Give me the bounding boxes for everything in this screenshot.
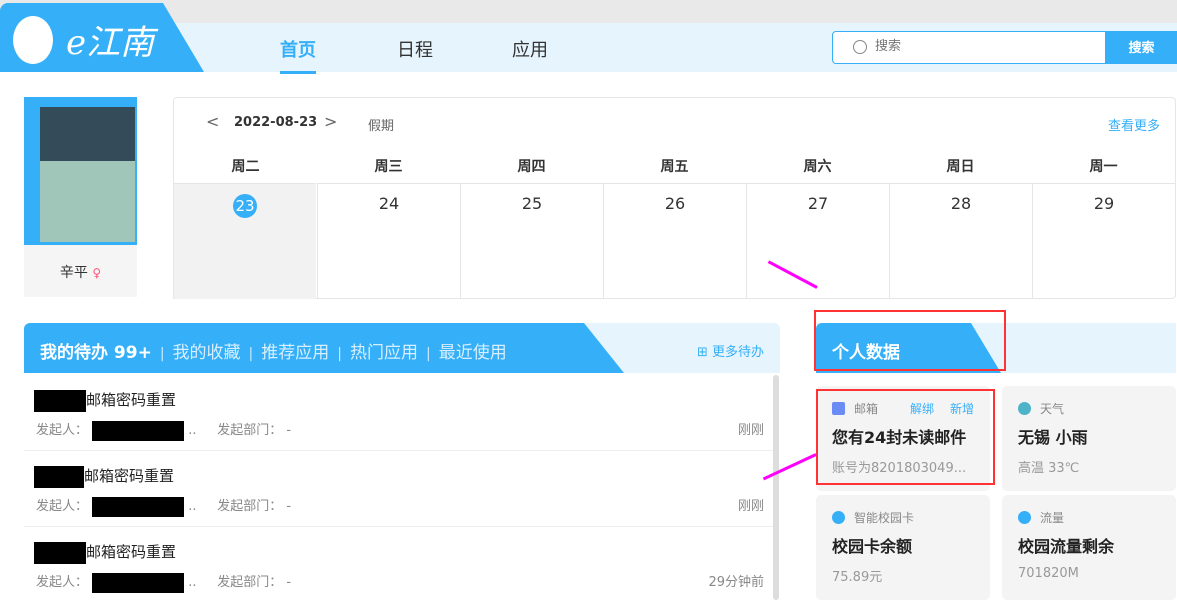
grid-icon: ⊞ xyxy=(696,345,708,360)
more-todo-label: 更多待办 xyxy=(711,345,764,360)
tab-home[interactable]: 首页 xyxy=(280,36,316,74)
tab-recommended[interactable]: 推荐应用 xyxy=(261,343,329,363)
profile-card: 辛平 ♀ xyxy=(24,97,137,297)
card-sub: 高温 33℃ xyxy=(1018,461,1080,476)
dept-value: - xyxy=(286,423,292,438)
data-usage-card[interactable]: 流量 校园流量剩余 701820M xyxy=(1002,495,1176,600)
card-icon xyxy=(832,511,845,524)
tab-my-todo[interactable]: 我的待办 99+ xyxy=(40,343,152,363)
tab-favorites[interactable]: 我的收藏 xyxy=(173,343,241,363)
dept-label: 发起部门： xyxy=(217,499,283,514)
calendar-day-today[interactable]: 23 xyxy=(173,183,316,299)
redacted xyxy=(34,541,86,564)
todo-item[interactable]: 邮箱密码重置 发起人： .. 发起部门： - 29分钟前 xyxy=(24,527,774,603)
calendar-day[interactable]: 27 xyxy=(746,183,889,299)
calendar-day[interactable]: 26 xyxy=(603,183,746,299)
weekday: 周四 xyxy=(517,159,546,175)
search-button[interactable]: 搜索 xyxy=(1106,31,1177,64)
prev-week-button[interactable]: < xyxy=(206,112,219,131)
dept-label: 发起部门： xyxy=(217,423,283,438)
dept-value: - xyxy=(286,575,292,590)
todo-item[interactable]: 邮箱密码重置 发起人： .. 发起部门： - 刚刚 xyxy=(24,375,774,451)
card-main: 无锡 小雨 xyxy=(1018,428,1088,447)
calendar-day[interactable]: 28 xyxy=(889,183,1032,299)
holiday-label: 假期 xyxy=(368,119,395,134)
drop-icon xyxy=(1018,511,1031,524)
avatar[interactable] xyxy=(24,97,137,245)
weekday: 周二 xyxy=(231,159,260,175)
weekday: 周一 xyxy=(1089,159,1118,175)
initiator-label: 发起人： xyxy=(36,499,89,514)
card-main: 校园卡余额 xyxy=(832,537,913,556)
card-main: 校园流量剩余 xyxy=(1018,537,1115,556)
todo-title: 邮箱密码重置 xyxy=(86,391,177,409)
more-todo-link[interactable]: ⊞ 更多待办 xyxy=(697,341,764,360)
todo-item[interactable]: 邮箱密码重置 发起人： .. 发起部门： - 刚刚 xyxy=(24,451,774,527)
dept-label: 发起部门： xyxy=(217,575,283,590)
highlight-box xyxy=(814,310,1006,371)
weather-card[interactable]: 天气 无锡 小雨 高温 33℃ xyxy=(1002,386,1176,491)
weekday: 周日 xyxy=(946,159,975,175)
redacted xyxy=(92,572,185,593)
profile-name: 辛平 xyxy=(59,265,88,281)
calendar-date: 2022-08-23 xyxy=(234,115,318,130)
scrollbar[interactable] xyxy=(773,375,779,600)
todo-title: 邮箱密码重置 xyxy=(84,467,175,485)
calendar-day[interactable]: 24 xyxy=(317,183,460,299)
view-more-link[interactable]: 查看更多 xyxy=(1108,115,1160,134)
tab-popular[interactable]: 热门应用 xyxy=(350,343,418,363)
tab-schedule[interactable]: 日程 xyxy=(397,36,433,62)
card-label: 流量 xyxy=(1040,511,1065,525)
search-input[interactable] xyxy=(875,38,1095,53)
female-icon: ♀ xyxy=(92,266,102,280)
calendar: < 2022-08-23 > 假期 查看更多 周二 周三 周四 周五 周六 周日… xyxy=(173,97,1176,299)
todo-header: 我的待办 99+ | 我的收藏 | 推荐应用 | 热门应用 | 最近使用 ⊞ 更多待办 xyxy=(24,323,780,373)
tab-recent[interactable]: 最近使用 xyxy=(439,343,507,363)
todo-title: 邮箱密码重置 xyxy=(86,543,177,561)
card-label: 智能校园卡 xyxy=(854,511,915,525)
search-icon xyxy=(853,40,867,54)
tab-apps[interactable]: 应用 xyxy=(512,36,548,62)
logo-text: e江南 xyxy=(66,23,155,63)
logo-icon xyxy=(13,16,53,64)
card-label: 天气 xyxy=(1040,402,1065,416)
todo-time: 29分钟前 xyxy=(708,575,764,590)
todo-time: 刚刚 xyxy=(737,499,764,514)
calendar-day[interactable]: 25 xyxy=(460,183,603,299)
search-box xyxy=(832,31,1106,64)
dept-value: - xyxy=(286,499,292,514)
weekday: 周三 xyxy=(374,159,403,175)
todo-time: 刚刚 xyxy=(737,423,764,438)
card-sub: 701820M xyxy=(1018,566,1079,581)
highlight-box xyxy=(816,389,995,485)
top-banner xyxy=(0,0,1177,23)
weekday: 周五 xyxy=(660,159,689,175)
calendar-day[interactable]: 29 xyxy=(1032,183,1175,299)
redacted xyxy=(92,420,185,441)
cloud-icon xyxy=(1018,402,1031,415)
redacted xyxy=(92,496,185,517)
redacted xyxy=(34,389,86,412)
redacted xyxy=(34,465,84,488)
next-week-button[interactable]: > xyxy=(324,112,337,131)
day-number: 23 xyxy=(233,194,257,218)
campus-card[interactable]: 智能校园卡 校园卡余额 75.89元 xyxy=(816,495,990,600)
initiator-label: 发起人： xyxy=(36,575,89,590)
weekday: 周六 xyxy=(803,159,832,175)
profile-name-row: 辛平 ♀ xyxy=(24,262,137,282)
initiator-label: 发起人： xyxy=(36,423,89,438)
card-sub: 75.89元 xyxy=(832,570,883,585)
